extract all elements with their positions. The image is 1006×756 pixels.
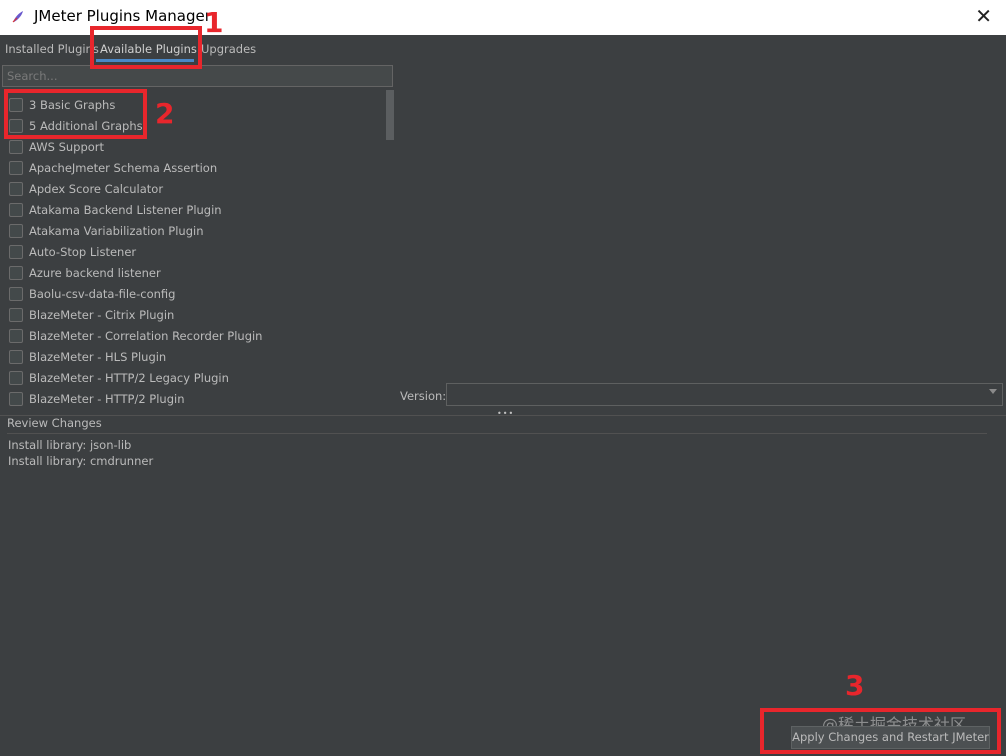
version-label: Version:: [400, 389, 447, 403]
jmeter-feather-icon: [12, 11, 23, 23]
review-changes-header: Review Changes: [7, 416, 102, 430]
chevron-down-icon: [989, 389, 997, 394]
plugin-checkbox[interactable]: [9, 266, 23, 280]
tab-upgrades[interactable]: Upgrades: [201, 42, 256, 56]
plugin-item[interactable]: BlazeMeter - Citrix Plugin: [9, 305, 379, 326]
annotation-number-1: 1: [204, 6, 224, 39]
plugin-label: ApacheJmeter Schema Assertion: [29, 161, 218, 175]
plugin-label: AWS Support: [29, 140, 105, 154]
window-title: JMeter Plugins Manager: [34, 7, 211, 25]
plugin-checkbox[interactable]: [9, 140, 23, 154]
plugin-label: Atakama Backend Listener Plugin: [29, 203, 222, 217]
annotation-box-1: [90, 26, 202, 69]
plugin-list-scrollbar[interactable]: [386, 90, 394, 140]
plugin-checkbox[interactable]: [9, 161, 23, 175]
review-change-line: Install library: json-lib: [8, 438, 132, 452]
plugin-item[interactable]: BlazeMeter - HLS Plugin: [9, 347, 379, 368]
divider: [7, 433, 987, 434]
plugin-label: BlazeMeter - HTTP/2 Plugin: [29, 392, 185, 406]
plugin-item[interactable]: AWS Support: [9, 137, 379, 158]
annotation-number-2: 2: [155, 97, 175, 130]
close-icon[interactable]: ✕: [975, 6, 992, 26]
plugin-item[interactable]: Azure backend listener: [9, 263, 379, 284]
plugin-item[interactable]: Apdex Score Calculator: [9, 179, 379, 200]
plugin-checkbox[interactable]: [9, 350, 23, 364]
plugin-label: Baolu-csv-data-file-config: [29, 287, 176, 301]
review-change-line: Install library: cmdrunner: [8, 454, 154, 468]
plugin-label: Apdex Score Calculator: [29, 182, 164, 196]
plugin-item[interactable]: BlazeMeter - Correlation Recorder Plugin: [9, 326, 379, 347]
plugin-label: BlazeMeter - Correlation Recorder Plugin: [29, 329, 263, 343]
annotation-number-3: 3: [845, 669, 865, 702]
plugin-label: BlazeMeter - Citrix Plugin: [29, 308, 175, 322]
plugin-checkbox[interactable]: [9, 329, 23, 343]
plugin-item[interactable]: Atakama Backend Listener Plugin: [9, 200, 379, 221]
plugin-label: Azure backend listener: [29, 266, 161, 280]
plugin-checkbox[interactable]: [9, 203, 23, 217]
plugin-checkbox[interactable]: [9, 371, 23, 385]
plugin-label: BlazeMeter - HLS Plugin: [29, 350, 167, 364]
splitter-handle-icon[interactable]: •••: [497, 409, 514, 418]
plugin-checkbox[interactable]: [9, 245, 23, 259]
annotation-box-3: [760, 708, 1001, 754]
plugin-item[interactable]: BlazeMeter - HTTP/2 Plugin: [9, 389, 379, 407]
plugin-item[interactable]: Baolu-csv-data-file-config: [9, 284, 379, 305]
tab-installed-plugins[interactable]: Installed Plugins: [5, 42, 99, 56]
plugin-item[interactable]: Auto-Stop Listener: [9, 242, 379, 263]
plugin-list: 3 Basic Graphs 5 Additional Graphs AWS S…: [0, 92, 385, 407]
plugin-checkbox[interactable]: [9, 392, 23, 406]
plugin-label: Atakama Variabilization Plugin: [29, 224, 204, 238]
plugin-label: Auto-Stop Listener: [29, 245, 137, 259]
plugin-checkbox[interactable]: [9, 182, 23, 196]
plugin-checkbox[interactable]: [9, 287, 23, 301]
plugin-item[interactable]: Atakama Variabilization Plugin: [9, 221, 379, 242]
plugin-checkbox[interactable]: [9, 224, 23, 238]
plugin-item[interactable]: BlazeMeter - HTTP/2 Legacy Plugin: [9, 368, 379, 389]
plugin-label: BlazeMeter - HTTP/2 Legacy Plugin: [29, 371, 229, 385]
version-select[interactable]: [446, 383, 1003, 406]
plugin-item[interactable]: ApacheJmeter Schema Assertion: [9, 158, 379, 179]
plugin-checkbox[interactable]: [9, 308, 23, 322]
annotation-box-2: [4, 89, 147, 139]
